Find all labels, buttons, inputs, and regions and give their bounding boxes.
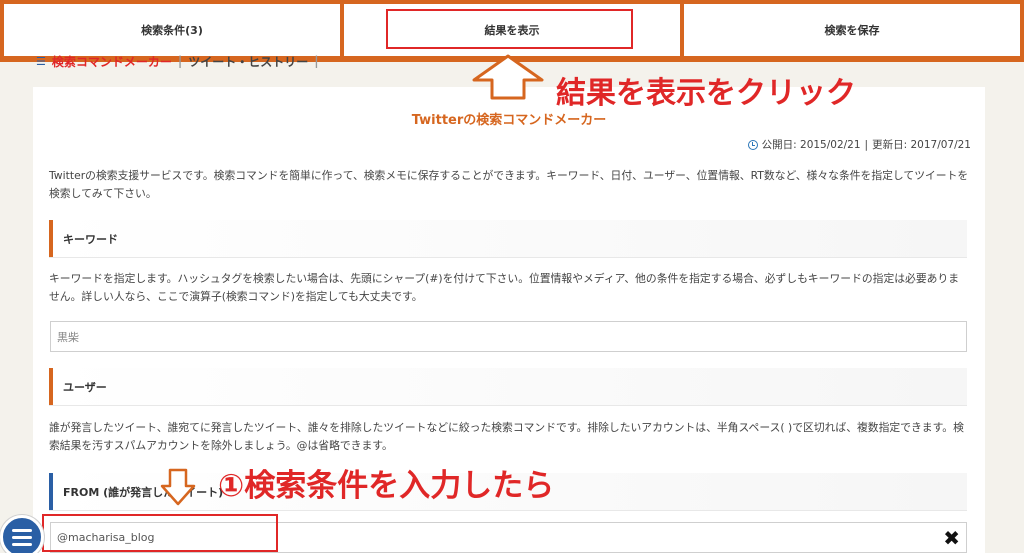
nav-separator: |: [177, 54, 183, 68]
menu-icon-line: [12, 542, 32, 546]
user-description: 誰が発言したツイート、誰宛てに発言したツイート、誰々を排除したツイートなどに絞っ…: [49, 421, 964, 452]
annotation-click-results: 結果を表示をクリック: [556, 76, 856, 111]
highlight-from-input: [42, 514, 278, 552]
updated-date: 更新日: 2017/07/21: [872, 139, 971, 151]
nav-link-tweet-history[interactable]: ツイート・ヒストリー: [188, 54, 308, 69]
highlight-show-results: [386, 9, 633, 49]
breadcrumb: ☰ 検索コマンドメーカー | ツイート・ヒストリー |: [36, 54, 319, 68]
date-info: 公開日: 2015/02/21 | 更新日: 2017/07/21: [747, 137, 971, 152]
keyword-input[interactable]: 黒柴: [50, 321, 967, 352]
nav-separator: |: [314, 54, 319, 68]
close-icon[interactable]: ✖: [943, 526, 960, 550]
keyword-heading: キーワード: [49, 220, 967, 257]
intro-text: Twitterの検索支援サービスです。検索コマンドを簡単に作って、検索メモに保存…: [49, 169, 969, 200]
search-conditions-button[interactable]: 検索条件(3): [4, 4, 340, 56]
user-heading: ユーザー: [49, 368, 967, 405]
menu-button[interactable]: [0, 515, 44, 553]
list-icon: ☰: [36, 54, 46, 68]
menu-icon-line: [12, 535, 32, 539]
date-separator: |: [864, 138, 869, 151]
up-arrow-icon: [472, 54, 544, 100]
keyword-description: キーワードを指定します。ハッシュタグを検索したい場合は、先頭にシャープ(#)を付…: [49, 272, 960, 303]
save-search-button[interactable]: 検索を保存: [684, 4, 1020, 56]
published-date: 公開日: 2015/02/21: [761, 139, 861, 151]
clock-icon: [747, 139, 758, 150]
menu-icon: [12, 528, 32, 532]
down-arrow-icon: [160, 468, 196, 506]
annotation-enter-conditions: ①検索条件を入力したら: [218, 468, 555, 504]
nav-link-command-maker[interactable]: 検索コマンドメーカー: [52, 54, 172, 69]
keyword-placeholder: 黒柴: [57, 330, 79, 344]
